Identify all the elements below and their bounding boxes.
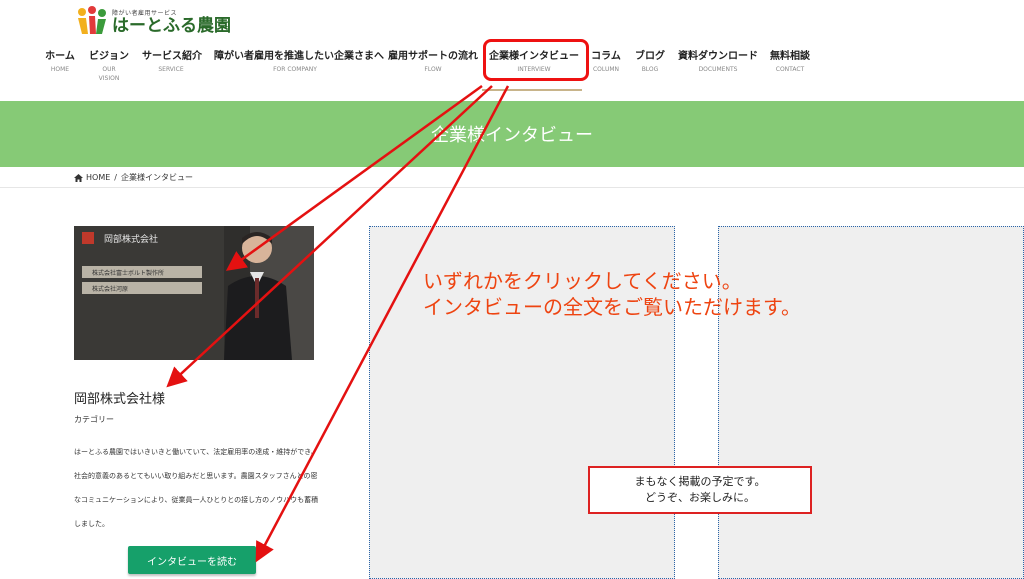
arrow-to-title (166, 85, 493, 388)
instruction-annotation: いずれかをクリックしてください。 インタビューの全文をご覧いただけます。 (423, 268, 801, 320)
coming-soon-notice: まもなく掲載の予定です。 どうぞ、お楽しみに。 (588, 466, 812, 514)
annotation-line-2: インタビューの全文をご覧いただけます。 (423, 295, 801, 319)
notice-line-1: まもなく掲載の予定です。 (634, 475, 766, 488)
annotation-line-1: いずれかをクリックしてください。 (423, 269, 742, 293)
arrow-to-photo (225, 84, 483, 271)
notice-line-2: どうぞ、お楽しみに。 (645, 491, 755, 504)
